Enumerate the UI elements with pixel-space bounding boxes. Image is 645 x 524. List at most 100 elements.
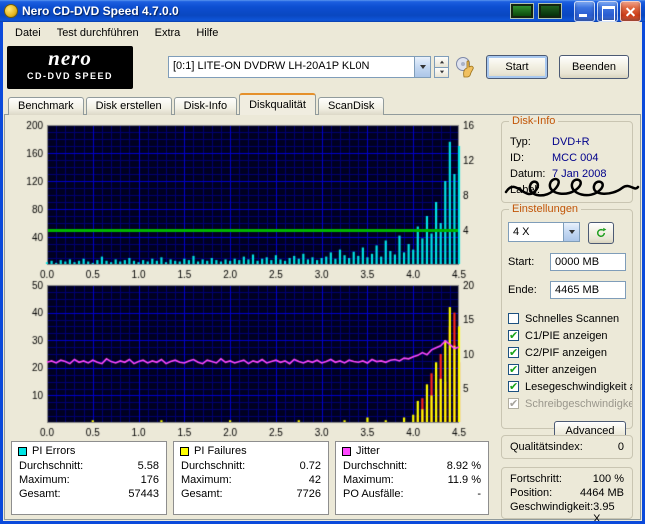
jitter-panel: Jitter Durchschnitt: 8.92 % Maximum: 11.9 …: [335, 441, 489, 515]
stat-row: Maximum: 42: [174, 473, 328, 487]
drive-dropdown-button[interactable]: [414, 57, 430, 77]
stat-label: Gesamt:: [181, 488, 223, 500]
quality-charts-canvas: [7, 119, 499, 445]
spin-down-button[interactable]: [434, 67, 449, 78]
menu-datei[interactable]: Datei: [7, 24, 49, 42]
jitter-color-swatch: [342, 446, 351, 456]
quit-button[interactable]: Beenden: [559, 55, 629, 79]
jitter-title: Jitter: [356, 445, 380, 457]
pi-failures-panel: PI Failures Durchschnitt: 0.72 Maximum: 42…: [173, 441, 329, 515]
checkbox-label: Jitter anzeigen: [525, 363, 597, 376]
tab-scandisk[interactable]: ScanDisk: [317, 97, 385, 115]
checkbox-label: Schnelles Scannen: [525, 312, 620, 325]
end-position-field[interactable]: 4465 MB: [550, 281, 626, 299]
pi-errors-title: PI Errors: [32, 445, 76, 457]
window-controls: [572, 0, 641, 22]
scan-speed-value: 4 X: [513, 226, 530, 238]
checkbox-schnelles-scannen[interactable]: Schnelles Scannen: [508, 310, 632, 327]
eject-disc-hand-button[interactable]: [453, 54, 479, 80]
logo-text-nero: nero: [48, 46, 92, 70]
tab-diskqualitaet[interactable]: Diskqualität: [239, 93, 316, 115]
position-label: Position:: [510, 487, 553, 499]
stat-value: 0.72: [299, 460, 321, 472]
start-position-field[interactable]: 0000 MB: [550, 253, 626, 271]
refresh-button[interactable]: [588, 222, 614, 244]
stat-row: Gesamt: 7726: [174, 487, 328, 501]
minimize-button[interactable]: [574, 0, 595, 22]
checkbox-box: [508, 397, 519, 410]
speed-label: Geschwindigkeit:: [510, 501, 594, 513]
stat-value: 7726: [296, 488, 321, 500]
stat-label: Durchschnitt:: [343, 460, 408, 472]
checkbox-lesegeschwindigkeit[interactable]: Lesegeschwindigkeit a: [508, 378, 632, 395]
end-position-label: Ende:: [508, 284, 537, 296]
checkbox-box: [508, 313, 519, 324]
quality-index-label: Qualitätsindex:: [510, 441, 583, 453]
tab-benchmark[interactable]: Benchmark: [8, 97, 84, 115]
disk-label-label: Label:: [510, 184, 540, 196]
checkbox-box: [508, 380, 519, 393]
spin-up-button[interactable]: [434, 56, 449, 68]
titlebar[interactable]: Nero CD-DVD Speed 4.7.0.0: [0, 0, 645, 22]
drive-number-spinner: [434, 56, 449, 78]
stat-row: Durchschnitt: 0.72: [174, 459, 328, 473]
logo-text-cddvdspeed: CD-DVD SPEED: [26, 71, 113, 81]
disk-id-label: ID:: [510, 152, 525, 164]
stat-label: Maximum:: [343, 474, 394, 486]
app-window: Nero CD-DVD Speed 4.7.0.0 Datei Test dur…: [0, 0, 645, 524]
chevron-down-icon: [568, 230, 575, 234]
stat-value: 5.58: [137, 460, 159, 472]
maximize-button[interactable]: [597, 0, 618, 22]
checkbox-label: C1/PIE anzeigen: [525, 329, 608, 342]
scan-speed-select[interactable]: 4 X: [508, 222, 580, 242]
stat-value: -: [477, 488, 481, 500]
checkbox-schreibgeschwindigkeit: Schreibgeschwindigkeit: [508, 395, 632, 412]
disk-date-label: Datum:: [510, 168, 546, 180]
checkbox-label: C2/PIF anzeigen: [525, 346, 607, 359]
chevron-down-icon: [419, 65, 426, 69]
stat-value: 42: [308, 474, 321, 486]
progress-box: Fortschritt: 100 % Position: 4464 MB Gesch…: [501, 467, 633, 524]
progress-value: 100 %: [592, 473, 624, 485]
menu-extra[interactable]: Extra: [147, 24, 189, 42]
quality-index-value: 0: [617, 441, 624, 453]
right-column: Disk-Info Typ: DVD+R ID: MCC 004 Datum: 7 J…: [499, 115, 640, 524]
stat-value: 11.9 %: [447, 474, 481, 486]
disk-type-row: Typ: DVD+R: [502, 134, 632, 150]
checkbox-c1-pie-anzeigen[interactable]: C1/PIE anzeigen: [508, 327, 632, 344]
close-button[interactable]: [620, 0, 641, 22]
checkbox-jitter-anzeigen[interactable]: Jitter anzeigen: [508, 361, 632, 378]
disk-date-row: Datum: 7 Jan 2008: [502, 166, 632, 182]
checkbox-box: [508, 363, 519, 376]
start-button[interactable]: Start: [486, 55, 548, 79]
pi-failures-title: PI Failures: [194, 445, 247, 457]
titlebar-monitor-icon-1[interactable]: [510, 3, 534, 19]
stat-value: 57443: [128, 488, 159, 500]
titlebar-monitor-icon-2[interactable]: [538, 3, 562, 19]
start-position-label: Start:: [508, 256, 535, 268]
app-icon: [4, 4, 18, 18]
speed-value: 3.95 X: [593, 501, 615, 524]
tab-disk-info[interactable]: Disk-Info: [173, 97, 238, 115]
settings-caption: Einstellungen: [509, 203, 582, 215]
stat-row: Durchschnitt: 5.58: [12, 459, 166, 473]
checkbox-label: Lesegeschwindigkeit a: [525, 380, 632, 393]
disk-type-value: DVD+R: [552, 136, 590, 148]
progress-row: Fortschritt: 100 %: [502, 472, 632, 486]
drive-selector[interactable]: [0:1] LITE-ON DVDRW LH-20A1P KL0N: [168, 56, 431, 78]
position-row: Position: 4464 MB: [502, 486, 632, 500]
checkbox-box: [508, 346, 519, 359]
menu-test-durchfuehren[interactable]: Test durchführen: [49, 24, 147, 42]
menu-hilfe[interactable]: Hilfe: [188, 24, 226, 42]
tab-disk-erstellen[interactable]: Disk erstellen: [85, 97, 172, 115]
disk-id-value: MCC 004: [552, 152, 599, 164]
pi-failures-color-swatch: [180, 446, 189, 456]
stat-row: PO Ausfälle: -: [336, 487, 488, 501]
progress-label: Fortschritt:: [510, 473, 562, 485]
stat-value: 8.92 %: [446, 460, 481, 472]
stat-label: Maximum:: [19, 474, 70, 486]
stat-value: 176: [140, 474, 159, 486]
disk-info-caption: Disk-Info: [509, 115, 559, 127]
speed-dropdown-button[interactable]: [563, 223, 579, 241]
checkbox-c2-pif-anzeigen[interactable]: C2/PIF anzeigen: [508, 344, 632, 361]
